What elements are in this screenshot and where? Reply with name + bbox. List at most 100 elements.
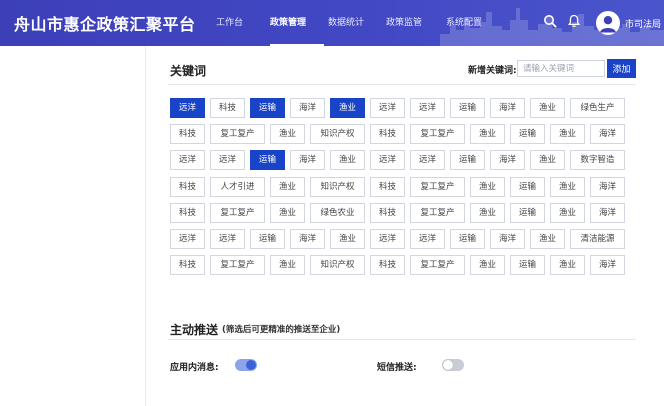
keyword-tag[interactable]: 渔业 <box>470 124 505 145</box>
keyword-tag[interactable]: 远洋 <box>410 98 445 118</box>
nav-item-workbench[interactable]: 工作台 <box>206 0 268 46</box>
keyword-tag[interactable]: 渔业 <box>530 98 565 118</box>
keyword-tag[interactable]: 科技 <box>210 98 245 118</box>
in-app-message-label: 应用内消息: <box>170 363 219 373</box>
keyword-tag[interactable]: 数字智造 <box>570 150 625 171</box>
keyword-tag[interactable]: 运输 <box>450 228 485 249</box>
keyword-tag[interactable]: 复工复产 <box>210 255 265 276</box>
keyword-tag[interactable]: 渔业 <box>530 228 565 249</box>
keyword-tag[interactable]: 海洋 <box>290 150 325 171</box>
keyword-tag[interactable]: 运输 <box>450 98 485 118</box>
keyword-tag[interactable]: 知识产权 <box>310 124 365 145</box>
keyword-tag[interactable]: 远洋 <box>170 228 205 249</box>
top-header: 舟山市惠企政策汇聚平台 工作台 政策管理 数据统计 政策监管 系统配置 市司法局 <box>0 0 664 46</box>
keyword-tag[interactable]: 科技 <box>370 202 405 223</box>
keyword-tag[interactable]: 科技 <box>370 176 405 197</box>
keyword-tag[interactable]: 远洋 <box>170 150 205 171</box>
keyword-tag-list: 远洋 科技 运输 海洋 渔业 远洋 远洋 运输 海洋 渔业 绿色生产 科技 复工复产 渔业 知识产权 科技 复工… <box>170 98 634 281</box>
keyword-tag[interactable]: 远洋 <box>410 150 445 171</box>
keyword-tag[interactable]: 远洋 <box>370 228 405 249</box>
push-section-title: 主动推送 <box>170 323 219 337</box>
keyword-tag[interactable]: 渔业 <box>470 202 505 223</box>
keyword-tag-row: 远洋 远洋 运输 海洋 渔业 远洋 远洋 运输 海洋 渔业 数字智造 <box>170 150 634 171</box>
keyword-tag[interactable]: 清洁能源 <box>570 228 625 249</box>
keyword-tag[interactable]: 复工复产 <box>410 202 465 223</box>
sms-push-label: 短信推送: <box>377 363 417 373</box>
in-app-message-toggle[interactable] <box>235 359 257 371</box>
app-title: 舟山市惠企政策汇聚平台 <box>14 15 196 34</box>
keyword-tag[interactable]: 渔业 <box>270 255 305 276</box>
content-left-border <box>145 46 146 406</box>
user-name[interactable]: 市司法局 <box>625 17 661 30</box>
keyword-tag[interactable]: 远洋 <box>410 228 445 249</box>
keyword-tag[interactable]: 运输 <box>510 176 545 197</box>
keyword-tag[interactable]: 人才引进 <box>210 176 265 197</box>
keyword-tag[interactable]: 渔业 <box>550 202 585 223</box>
keyword-tag[interactable]: 海洋 <box>590 202 625 223</box>
keyword-tag[interactable]: 渔业 <box>550 176 585 197</box>
keyword-tag[interactable]: 渔业 <box>470 255 505 276</box>
keyword-tag[interactable]: 运输 <box>250 150 285 171</box>
keyword-tag[interactable]: 渔业 <box>330 150 365 171</box>
keyword-tag[interactable]: 远洋 <box>210 228 245 249</box>
keyword-tag[interactable]: 复工复产 <box>410 176 465 197</box>
keyword-tag[interactable]: 远洋 <box>210 150 245 171</box>
keyword-tag[interactable]: 科技 <box>170 176 205 197</box>
keyword-tag[interactable]: 科技 <box>170 202 205 223</box>
keyword-tag[interactable]: 海洋 <box>490 150 525 171</box>
keyword-tag[interactable]: 知识产权 <box>310 176 365 197</box>
toggle-knob <box>443 360 453 370</box>
keyword-tag[interactable]: 海洋 <box>590 255 625 276</box>
bell-icon[interactable] <box>567 14 581 28</box>
keyword-tag[interactable]: 科技 <box>370 124 405 145</box>
keyword-tag-row: 远洋 远洋 运输 海洋 渔业 远洋 远洋 运输 海洋 渔业 清洁能源 <box>170 228 634 249</box>
keyword-tag[interactable]: 运输 <box>510 202 545 223</box>
keyword-tag[interactable]: 远洋 <box>370 98 405 118</box>
keyword-tag[interactable]: 海洋 <box>590 176 625 197</box>
keyword-tag[interactable]: 渔业 <box>470 176 505 197</box>
keyword-tag[interactable]: 科技 <box>170 255 205 276</box>
keyword-tag-row: 科技 复工复产 渔业 知识产权 科技 复工复产 渔业 运输 渔业 海洋 <box>170 124 634 145</box>
keyword-tag[interactable]: 绿色生产 <box>570 98 625 118</box>
add-keyword-button[interactable]: 添加 <box>607 59 636 78</box>
nav-item-supervision[interactable]: 政策监管 <box>386 0 446 46</box>
keyword-tag[interactable]: 渔业 <box>270 176 305 197</box>
keyword-tag[interactable]: 运输 <box>450 150 485 171</box>
keyword-tag[interactable]: 渔业 <box>270 124 305 145</box>
keyword-tag[interactable]: 海洋 <box>490 228 525 249</box>
user-avatar-icon[interactable] <box>596 11 620 35</box>
keyword-tag-row: 科技 复工复产 渔业 绿色农业 科技 复工复产 渔业 运输 渔业 海洋 <box>170 202 634 223</box>
nav-item-system-config[interactable]: 系统配置 <box>446 0 508 46</box>
keyword-tag[interactable]: 海洋 <box>490 98 525 118</box>
sms-push-toggle[interactable] <box>442 359 464 371</box>
keyword-tag[interactable]: 海洋 <box>290 98 325 118</box>
keyword-tag[interactable]: 海洋 <box>290 228 325 249</box>
keyword-tag[interactable]: 复工复产 <box>410 124 465 145</box>
keyword-tag[interactable]: 渔业 <box>550 255 585 276</box>
keyword-tag[interactable]: 渔业 <box>330 98 365 118</box>
keyword-tag[interactable]: 运输 <box>250 228 285 249</box>
keyword-tag[interactable]: 复工复产 <box>410 255 465 276</box>
keyword-tag[interactable]: 远洋 <box>170 98 205 118</box>
keyword-tag[interactable]: 渔业 <box>270 202 305 223</box>
keyword-tag[interactable]: 科技 <box>170 124 205 145</box>
add-keyword-label: 新增关键词: <box>468 66 517 76</box>
keyword-tag[interactable]: 运输 <box>510 255 545 276</box>
keyword-tag[interactable]: 复工复产 <box>210 202 265 223</box>
keyword-tag[interactable]: 渔业 <box>550 124 585 145</box>
search-icon[interactable] <box>543 14 557 28</box>
keyword-tag[interactable]: 绿色农业 <box>310 202 365 223</box>
keyword-tag-row: 科技 复工复产 渔业 知识产权 科技 复工复产 渔业 运输 渔业 海洋 <box>170 255 634 276</box>
keyword-tag[interactable]: 渔业 <box>530 150 565 171</box>
nav-item-policy-management[interactable]: 政策管理 <box>268 0 326 46</box>
keyword-tag[interactable]: 海洋 <box>590 124 625 145</box>
keyword-tag[interactable]: 复工复产 <box>210 124 265 145</box>
keyword-tag[interactable]: 远洋 <box>370 150 405 171</box>
keyword-tag[interactable]: 运输 <box>250 98 285 118</box>
keyword-tag[interactable]: 知识产权 <box>310 255 365 276</box>
keyword-tag[interactable]: 科技 <box>370 255 405 276</box>
keyword-input[interactable] <box>517 60 605 77</box>
keyword-tag[interactable]: 运输 <box>510 124 545 145</box>
keyword-tag[interactable]: 渔业 <box>330 228 365 249</box>
nav-item-statistics[interactable]: 数据统计 <box>326 0 386 46</box>
